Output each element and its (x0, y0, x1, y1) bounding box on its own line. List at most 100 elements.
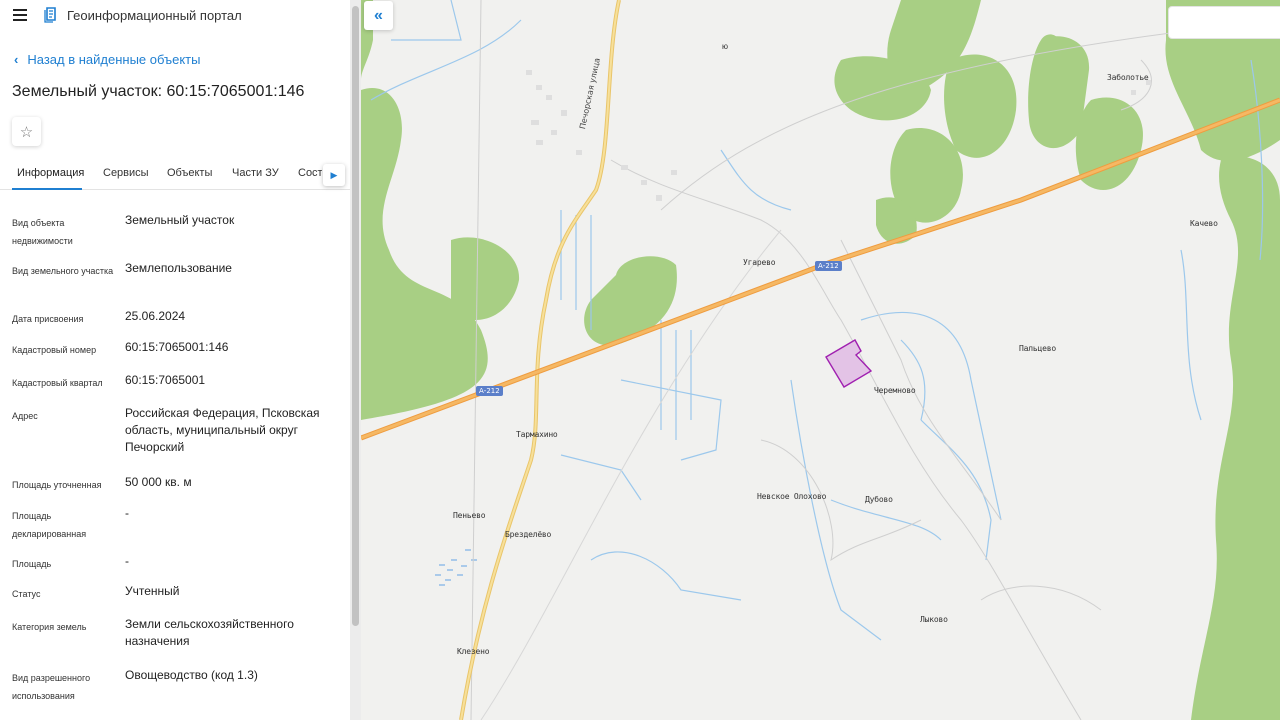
hamburger-icon[interactable] (13, 9, 27, 21)
place-label: Качево (1190, 219, 1218, 228)
tab-composition-clip: Состав (298, 162, 322, 189)
attribute-value: Российская Федерация, Псковская область,… (125, 406, 320, 454)
waterway (860, 311, 1002, 521)
attribute-label: Категория земель (12, 622, 87, 632)
waterway (830, 499, 942, 541)
building (621, 165, 628, 170)
top-bar: Геоинформационный портал (0, 0, 350, 32)
waterway (660, 320, 692, 440)
attribute-label: Статус (12, 589, 41, 599)
attribute-value: Овощеводство (код 1.3) (125, 668, 258, 682)
forest-area (944, 54, 1017, 158)
waterway (370, 19, 522, 101)
map-edge-label: ю (722, 42, 728, 51)
info-tabs: Информация Сервисы Объекты Части ЗУ Сост… (0, 162, 350, 190)
waterway (1180, 249, 1202, 421)
attribute-label: Дата присвоения (12, 314, 84, 324)
favorite-button[interactable]: ☆ (12, 117, 41, 146)
marsh-mark (435, 549, 477, 586)
building (536, 85, 542, 90)
place-label: Невское Олохово (757, 492, 827, 501)
attribute-value: Земельный участок (125, 213, 235, 227)
building (641, 180, 647, 185)
place-label: Угарево (743, 258, 776, 267)
tab-services[interactable]: Сервисы (103, 167, 149, 179)
map-view[interactable]: А-212 А-212 ю Заболотье Качево Угарево П… (361, 0, 1280, 720)
attribute-value: - (125, 506, 129, 520)
attribute-label: Вид земельного участка (12, 266, 114, 276)
place-label: Лыково (920, 615, 948, 624)
attribute-value: 60:15:7065001:146 (125, 340, 229, 354)
place-label: Пеньево (453, 511, 486, 520)
forest-area (1191, 156, 1280, 720)
forest-areas (361, 0, 1280, 720)
place-label: Заболотье (1107, 73, 1149, 82)
building (656, 195, 662, 201)
map-search-box[interactable] (1168, 6, 1280, 39)
place-label: Дубово (865, 495, 893, 504)
attribute-label: Вид разрешенного использования (12, 673, 91, 701)
road-shield-a212: А-212 (815, 261, 842, 271)
attribute-value: Учтенный (125, 584, 180, 598)
attribute-label: Кадастровый номер (12, 345, 97, 355)
place-label: Черемново (874, 386, 916, 395)
attribute-value: 50 000 кв. м (125, 475, 192, 489)
page-title: Земельный участок: 60:15:7065001:146 (12, 83, 305, 100)
place-label: Пальцево (1019, 344, 1056, 353)
double-chevron-left-icon: « (374, 6, 383, 24)
waterway (720, 149, 792, 211)
tabs-scroll-next-button[interactable]: ▶ (323, 164, 345, 186)
waterway (620, 379, 722, 461)
collapse-panel-button[interactable]: « (364, 1, 393, 30)
portal-logo-icon (44, 7, 56, 23)
building (561, 110, 567, 116)
object-info-panel: Геоинформационный портал ‹ Назад в найде… (0, 0, 350, 720)
attribute-value: Земли сельскохозяйственного назначения (125, 617, 294, 648)
waterway (590, 551, 742, 601)
building (531, 120, 539, 125)
minor-road (840, 239, 1002, 521)
star-icon: ☆ (19, 123, 34, 141)
land-parcel-polygon (825, 339, 873, 388)
building (546, 95, 552, 100)
building (526, 70, 532, 75)
tab-composition[interactable]: Состав (298, 167, 322, 179)
attribute-label: Кадастровый квартал (12, 378, 103, 388)
building (536, 140, 543, 145)
app-root: Геоинформационный портал ‹ Назад в найде… (0, 0, 1280, 720)
chevron-left-icon: ‹ (14, 52, 19, 67)
attribute-value: 25.06.2024 (125, 309, 186, 323)
building (1131, 90, 1136, 95)
map-canvas[interactable] (361, 0, 1280, 720)
place-label: Тармахино (516, 430, 558, 439)
back-to-results-link[interactable]: ‹ Назад в найденные объекты (14, 52, 200, 67)
building (551, 130, 557, 135)
panel-scrollbar[interactable] (350, 0, 361, 720)
place-label: Клезено (457, 647, 490, 656)
triangle-right-icon: ▶ (330, 169, 338, 180)
attribute-label: Площадь (12, 559, 52, 569)
attribute-label: Адрес (12, 411, 38, 421)
tab-objects[interactable]: Объекты (167, 167, 212, 179)
building (671, 170, 677, 175)
attribute-label: Вид объекта недвижимости (12, 218, 73, 246)
minor-road (980, 585, 1102, 611)
forest-area (451, 237, 520, 320)
marsh-symbols (435, 549, 477, 586)
waterway (900, 339, 926, 421)
attribute-value: 60:15:7065001 (125, 373, 206, 387)
attribute-label: Площадь декларированная (12, 511, 87, 539)
tab-parts[interactable]: Части ЗУ (232, 167, 279, 179)
building (576, 150, 582, 155)
attribute-label: Площадь уточненная (12, 480, 102, 490)
tab-information[interactable]: Информация (17, 167, 84, 179)
attribute-value: - (125, 554, 129, 568)
waterway (391, 0, 462, 41)
scrollbar-thumb[interactable] (352, 6, 359, 626)
place-label: Брезделёво (505, 530, 552, 539)
back-link-label: Назад в найденные объекты (27, 52, 201, 67)
minor-road (610, 159, 1082, 720)
attribute-value: Землепользование (125, 261, 232, 275)
waterway (560, 454, 642, 501)
active-tab-indicator (12, 188, 82, 190)
